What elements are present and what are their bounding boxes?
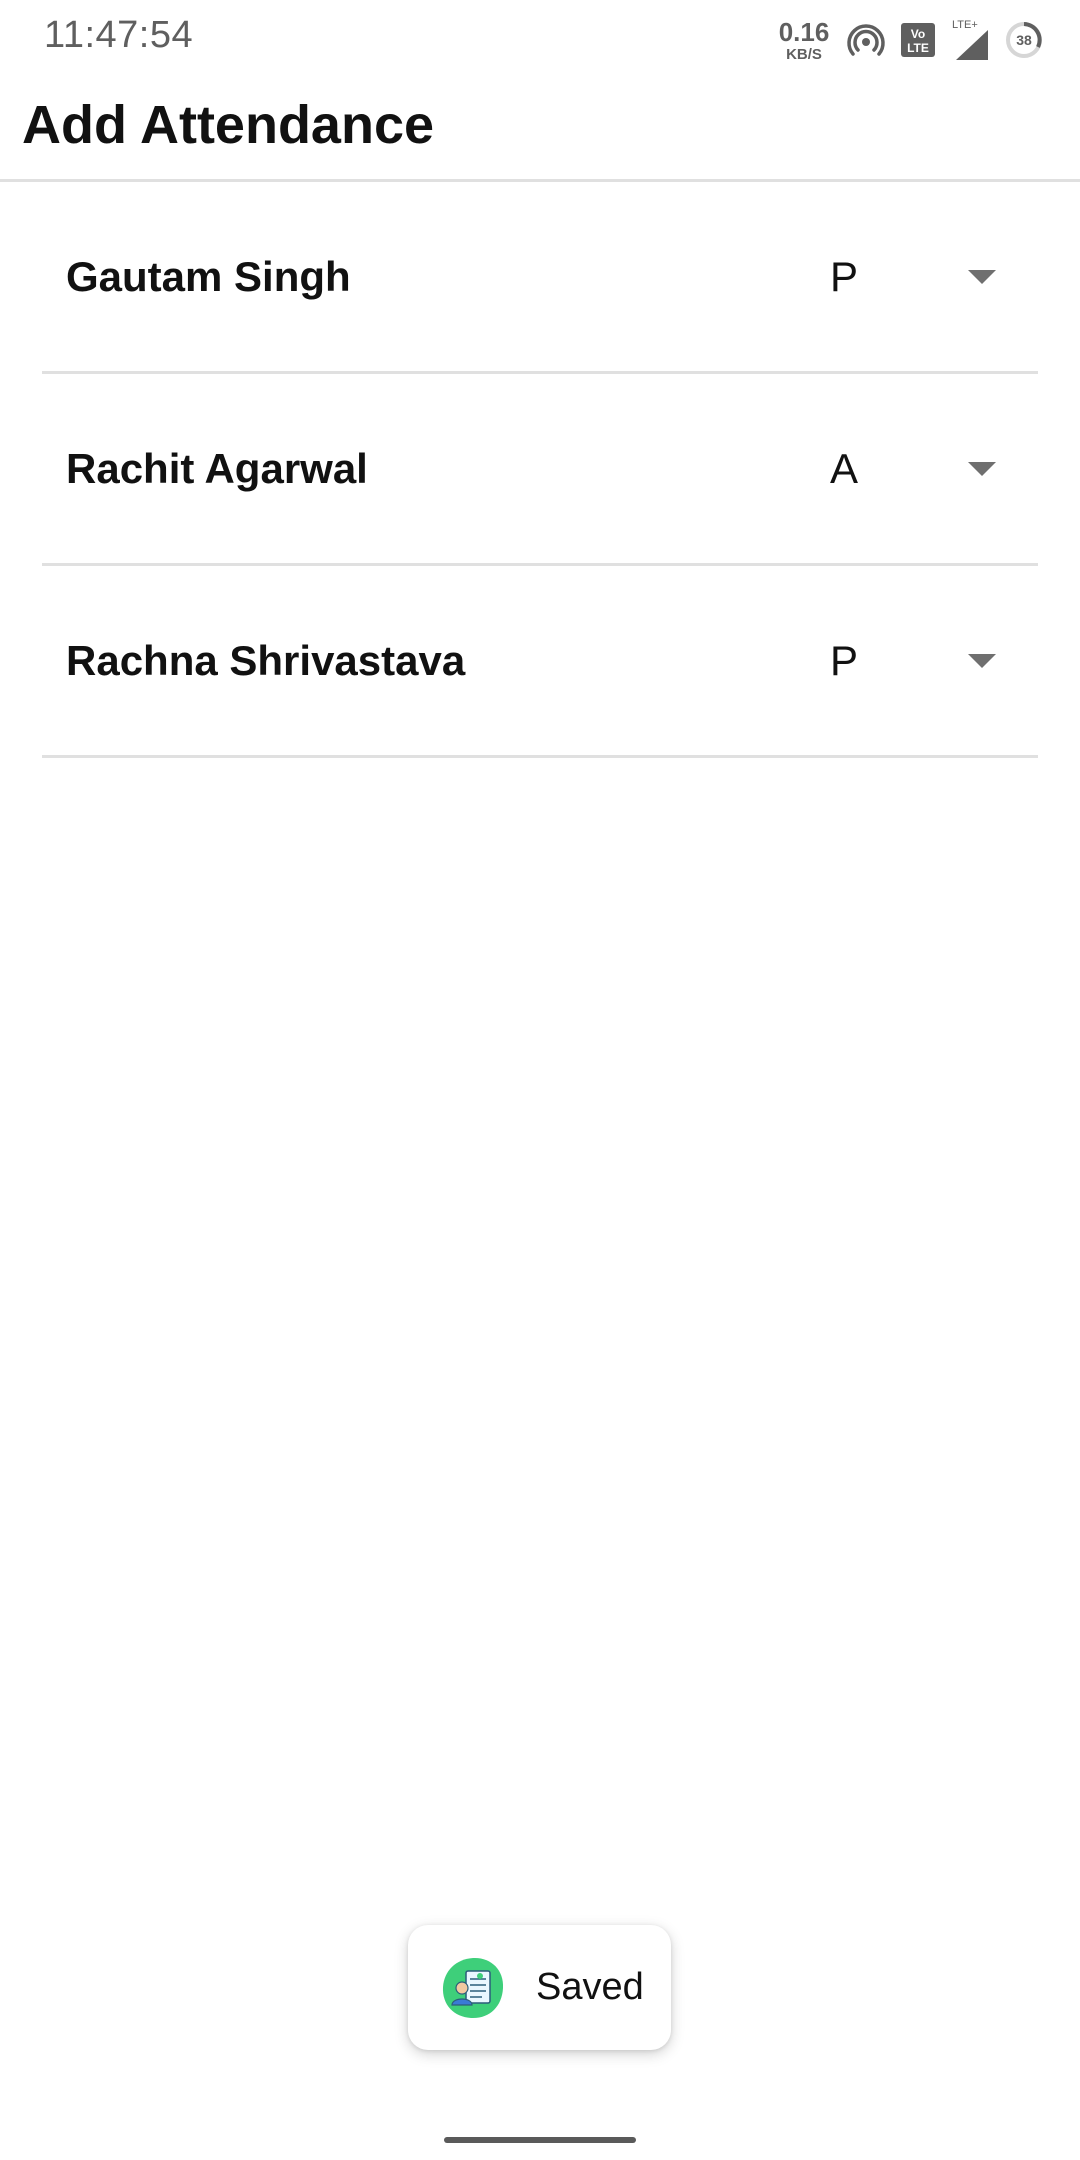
- network-speed-value: 0.16: [778, 16, 830, 47]
- dropdown-arrow-icon: [968, 270, 996, 284]
- page-title: Add Attendance: [22, 95, 435, 155]
- toast: Saved: [408, 1925, 671, 2050]
- dropdown-arrow-icon: [968, 654, 996, 668]
- attendance-status-dropdown[interactable]: A: [822, 424, 1022, 514]
- gesture-nav-handle[interactable]: [444, 2137, 636, 2143]
- attendance-row: Rachna Shrivastava P: [42, 566, 1038, 758]
- attendance-row: Rachit Agarwal A: [42, 374, 1038, 566]
- attendance-list: Gautam Singh P Rachit Agarwal A Rachna S…: [42, 182, 1038, 758]
- network-speed-unit: KB/S: [786, 45, 822, 63]
- student-name: Rachna Shrivastava: [66, 637, 466, 684]
- attendance-status-dropdown[interactable]: P: [822, 232, 1022, 322]
- attendance-status-value: P: [830, 253, 859, 300]
- status-time: 11:47:54: [44, 14, 194, 56]
- attendance-status-dropdown[interactable]: P: [822, 616, 1022, 706]
- student-name: Rachit Agarwal: [66, 445, 368, 492]
- hotspot-icon: [846, 20, 886, 60]
- attendance-row: Gautam Singh P: [42, 182, 1038, 374]
- app-logo-icon: [440, 1955, 506, 2021]
- toast-message: Saved: [536, 1966, 644, 2008]
- network-speed: 0.16 KB/S: [776, 19, 832, 62]
- svg-text:LTE: LTE: [907, 41, 929, 55]
- signal-icon: LTE+: [950, 18, 990, 62]
- student-name: Gautam Singh: [66, 253, 351, 300]
- dropdown-arrow-icon: [968, 462, 996, 476]
- volte-icon: Vo LTE: [900, 20, 936, 60]
- battery-level: 38: [1016, 32, 1032, 48]
- status-icons: 0.16 KB/S Vo LTE LTE+ 38: [776, 16, 1044, 64]
- attendance-status-value: A: [830, 445, 859, 492]
- svg-text:Vo: Vo: [911, 27, 925, 41]
- app-bar: Add Attendance: [0, 76, 1080, 182]
- screen: 11:47:54 0.16 KB/S Vo LTE LTE+ 38 Add At…: [0, 0, 1080, 2160]
- battery-icon: 38: [1004, 20, 1044, 60]
- attendance-status-value: P: [830, 637, 859, 684]
- status-bar: 11:47:54 0.16 KB/S Vo LTE LTE+ 38: [0, 0, 1080, 76]
- lte-label: LTE+: [952, 19, 978, 31]
